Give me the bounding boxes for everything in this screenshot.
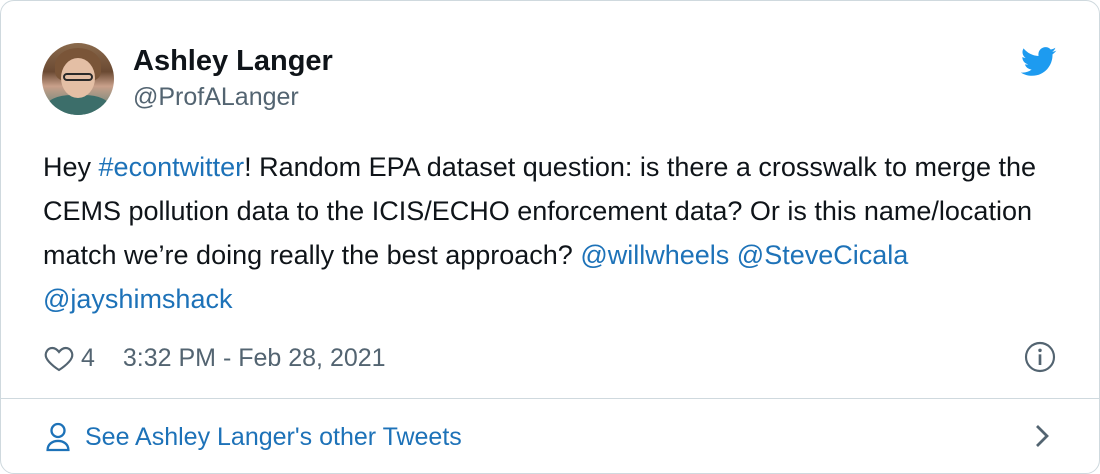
- heart-icon[interactable]: [43, 342, 75, 374]
- chevron-right-icon[interactable]: [1031, 421, 1053, 451]
- avatar[interactable]: [42, 43, 114, 115]
- tweet-meta: 4 3:32 PM - Feb 28, 2021: [43, 341, 386, 375]
- mention-link[interactable]: @SteveCicala: [737, 240, 908, 270]
- like-count[interactable]: 4: [81, 344, 95, 373]
- hashtag-link[interactable]: #econtwitter: [99, 152, 245, 182]
- mention-link[interactable]: @jayshimshack: [43, 284, 232, 314]
- timestamp[interactable]: 3:32 PM - Feb 28, 2021: [123, 344, 386, 373]
- see-other-tweets-link[interactable]: See Ashley Langer's other Tweets: [45, 419, 462, 455]
- person-icon: [46, 422, 70, 452]
- info-icon[interactable]: [1024, 341, 1056, 373]
- mention-link[interactable]: @willwheels: [580, 240, 729, 270]
- see-other-tweets-label[interactable]: See Ashley Langer's other Tweets: [85, 423, 462, 452]
- author-name[interactable]: Ashley Langer: [133, 45, 333, 78]
- tweet-text-part: Hey: [43, 152, 99, 182]
- tweet-card: Ashley Langer @ProfALanger Hey #econtwit…: [0, 0, 1100, 474]
- tweet-text: Hey #econtwitter! Random EPA dataset que…: [43, 145, 1053, 321]
- author-handle[interactable]: @ProfALanger: [133, 83, 299, 112]
- twitter-bird-icon[interactable]: [1021, 47, 1057, 77]
- divider: [1, 398, 1099, 399]
